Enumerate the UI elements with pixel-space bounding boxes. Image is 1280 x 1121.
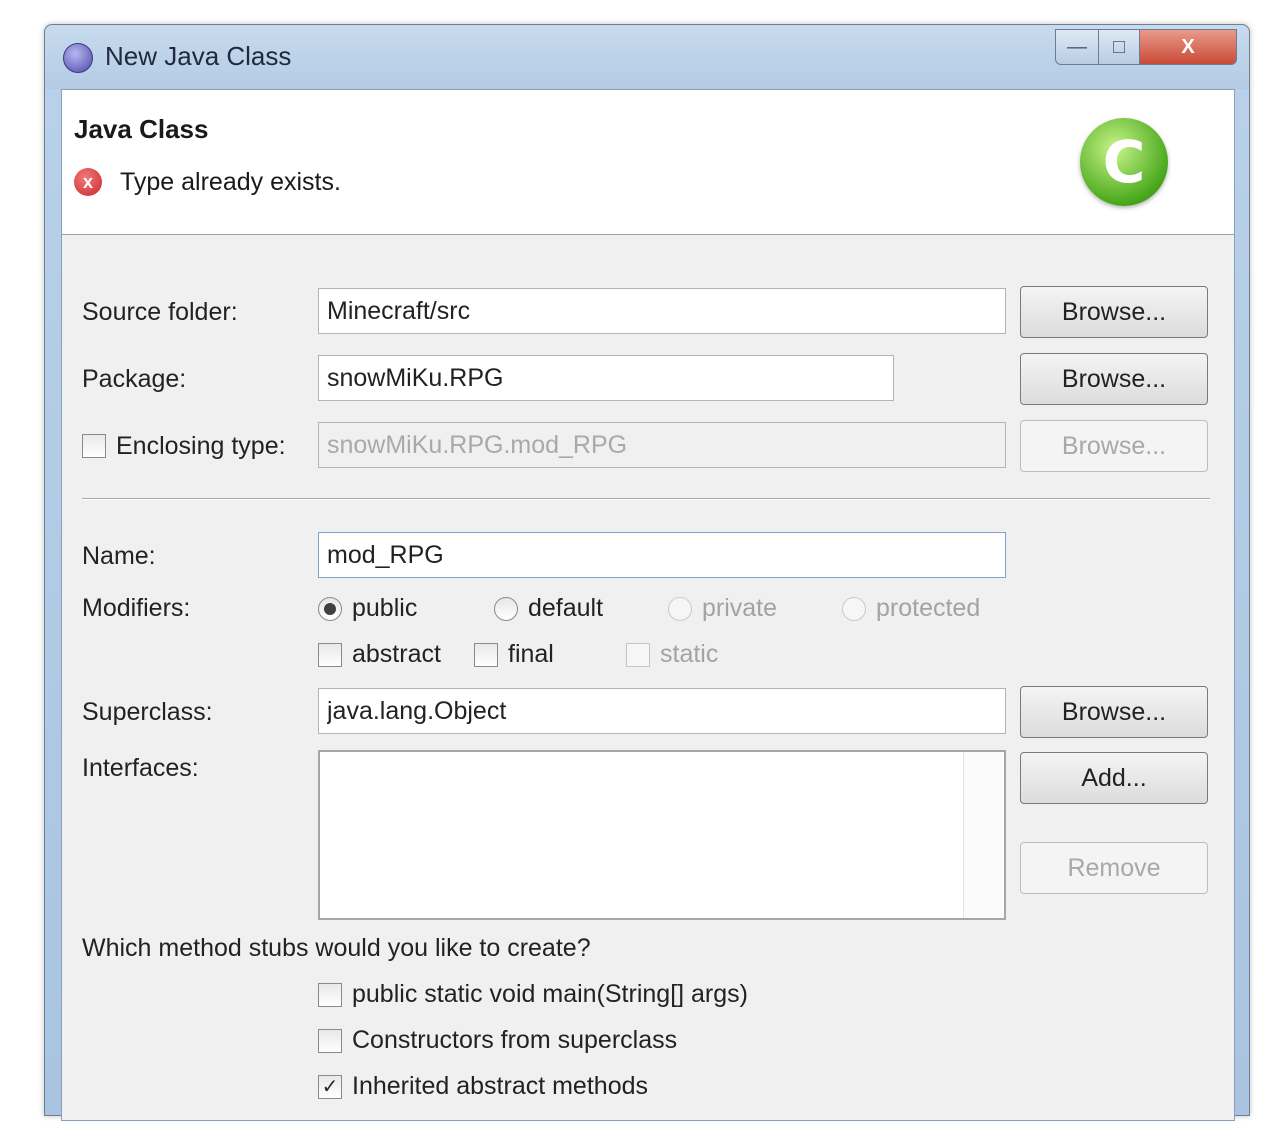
method-stubs-question: Which method stubs would you like to cre…	[82, 934, 591, 962]
window-controls: — □ X	[1055, 29, 1237, 65]
package-browse-button[interactable]: Browse...	[1020, 353, 1208, 405]
modifiers-label: Modifiers:	[82, 594, 191, 622]
interfaces-scrollbar[interactable]	[963, 752, 1004, 918]
main-method-checkbox[interactable]	[318, 983, 342, 1007]
remove-interface-button[interactable]: Remove	[1020, 842, 1208, 894]
eclipse-icon	[63, 43, 93, 73]
package-input[interactable]	[318, 355, 894, 401]
java-class-wizard-icon: C	[1080, 118, 1168, 206]
source-folder-input[interactable]	[318, 288, 1006, 334]
superclass-label: Superclass:	[82, 698, 213, 726]
public-radio[interactable]	[318, 597, 342, 621]
interfaces-label: Interfaces:	[82, 754, 199, 782]
default-radio[interactable]	[494, 597, 518, 621]
default-label: default	[528, 594, 604, 622]
error-message: Type already exists.	[120, 168, 341, 196]
name-label: Name:	[82, 542, 156, 570]
main-method-label: public static void main(String[] args)	[352, 980, 748, 1008]
inherited-abstract-label: Inherited abstract methods	[352, 1072, 648, 1100]
add-interface-button[interactable]: Add...	[1020, 752, 1208, 804]
abstract-checkbox[interactable]	[318, 643, 342, 667]
abstract-label: abstract	[352, 640, 441, 668]
window-title: New Java Class	[105, 41, 292, 71]
public-label: public	[352, 594, 418, 622]
close-button[interactable]: X	[1140, 29, 1237, 65]
page-title: Java Class	[74, 114, 209, 144]
protected-radio[interactable]	[842, 597, 866, 621]
protected-label: protected	[876, 594, 981, 622]
new-java-class-window: New Java Class — □ X Java Class x Type a…	[44, 24, 1250, 1121]
superclass-browse-button[interactable]: Browse...	[1020, 686, 1208, 738]
package-label: Package:	[82, 365, 187, 393]
final-checkbox[interactable]	[474, 643, 498, 667]
name-input[interactable]	[318, 532, 1006, 578]
enclosing-type-input[interactable]	[318, 422, 1006, 468]
interfaces-list[interactable]	[318, 750, 1006, 920]
static-checkbox[interactable]	[626, 643, 650, 667]
static-label: static	[660, 640, 719, 668]
enclosing-type-label: Enclosing type:	[116, 432, 286, 460]
enclosing-type-browse-button[interactable]: Browse...	[1020, 420, 1208, 472]
enclosing-type-checkbox[interactable]	[82, 434, 106, 458]
minimize-button[interactable]: —	[1055, 29, 1099, 65]
title-bar[interactable]: New Java Class — □ X	[45, 25, 1249, 89]
error-icon: x	[74, 168, 102, 196]
constructors-checkbox[interactable]	[318, 1029, 342, 1053]
constructors-label: Constructors from superclass	[352, 1026, 678, 1054]
private-radio[interactable]	[668, 597, 692, 621]
final-label: final	[508, 640, 554, 668]
inherited-abstract-checkbox[interactable]: ✓	[318, 1075, 342, 1099]
source-folder-browse-button[interactable]: Browse...	[1020, 286, 1208, 338]
superclass-input[interactable]	[318, 688, 1006, 734]
private-label: private	[702, 594, 778, 622]
maximize-button[interactable]: □	[1099, 29, 1140, 65]
source-folder-label: Source folder:	[82, 298, 238, 326]
dialog-client-area: Java Class x Type already exists. C Sour…	[61, 89, 1235, 1121]
section-divider	[82, 498, 1210, 500]
wizard-banner: Java Class x Type already exists. C	[62, 90, 1234, 235]
